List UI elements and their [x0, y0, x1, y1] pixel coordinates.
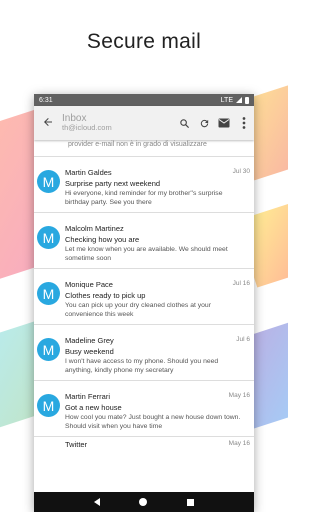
android-nav-bar: [34, 492, 254, 512]
clipped-message-text: provider e-mail non è in grado di visual…: [34, 140, 254, 157]
avatar: M: [37, 282, 60, 305]
battery-icon: [245, 96, 249, 104]
app-toolbar: Inbox th@icloud.com: [34, 106, 254, 140]
sender-name: Monique Pace: [65, 280, 113, 289]
refresh-icon[interactable]: [194, 111, 214, 135]
sender-name: Malcolm Martinez: [65, 224, 124, 233]
message-preview: Let me know when you are available. We s…: [65, 246, 228, 262]
nav-recents-icon[interactable]: [187, 498, 195, 506]
message-item[interactable]: M Martin Ferrari May 16 Got a new house …: [34, 381, 254, 437]
message-preview: How cool you mate? Just bought a new hou…: [65, 414, 241, 430]
message-date: Jul 6: [236, 336, 250, 343]
message-preview: Hi everyone, kind reminder for my brothe…: [65, 190, 223, 206]
message-item[interactable]: M Madeline Grey Jul 6 Busy weekend I won…: [34, 325, 254, 381]
message-item[interactable]: M Malcolm Martinez Checking how you are …: [34, 213, 254, 269]
message-subject: Clothes ready to pick up: [65, 291, 146, 300]
toolbar-titles: Inbox th@icloud.com: [62, 113, 174, 133]
message-date: May 16: [228, 440, 250, 447]
status-time: 6:31: [39, 96, 53, 104]
message-date: May 16: [228, 392, 250, 399]
message-date: Jul 16: [232, 280, 250, 287]
sender-name: Martin Ferrari: [65, 392, 111, 401]
message-date: Jul 30: [232, 168, 250, 175]
avatar: M: [37, 170, 60, 193]
promo-headline: Secure mail: [86, 30, 202, 53]
message-item[interactable]: M Monique Pace Jul 16 Clothes ready to p…: [34, 269, 254, 325]
message-subject: Checking how you are: [65, 235, 140, 244]
nav-home-icon[interactable]: [139, 498, 148, 506]
sender-name: Madeline Grey: [65, 336, 114, 345]
sender-name: Twitter: [65, 440, 88, 449]
signal-icon: [236, 97, 242, 103]
message-preview: I won't have access to my phone. Should …: [65, 358, 219, 374]
message-item-partial[interactable]: Twitter May 16: [34, 437, 254, 449]
sender-name: Martin Galdes: [65, 168, 112, 177]
avatar: M: [37, 338, 60, 361]
message-list: provider e-mail non è in grado di visual…: [34, 140, 254, 449]
account-email: th@icloud.com: [62, 123, 112, 133]
phone-screen: 6:31 LTE Inbox th@icloud.com provider e-…: [34, 94, 254, 512]
message-item[interactable]: M Martin Galdes Jul 30 Surprise party ne…: [34, 157, 254, 213]
network-label: LTE: [220, 96, 233, 104]
nav-back-icon[interactable]: [93, 498, 100, 506]
avatar: M: [37, 226, 60, 249]
status-bar: 6:31 LTE: [34, 94, 254, 106]
compose-mail-icon[interactable]: [214, 111, 234, 135]
search-icon[interactable]: [174, 111, 194, 135]
message-subject: Busy weekend: [65, 347, 114, 356]
avatar: M: [37, 394, 60, 417]
message-subject: Surprise party next weekend: [65, 179, 161, 188]
message-subject: Got a new house: [65, 403, 122, 412]
message-preview: You can pick up your dry cleaned clothes…: [65, 302, 211, 318]
more-options-icon[interactable]: [234, 111, 254, 135]
back-arrow-icon[interactable]: [34, 115, 62, 131]
